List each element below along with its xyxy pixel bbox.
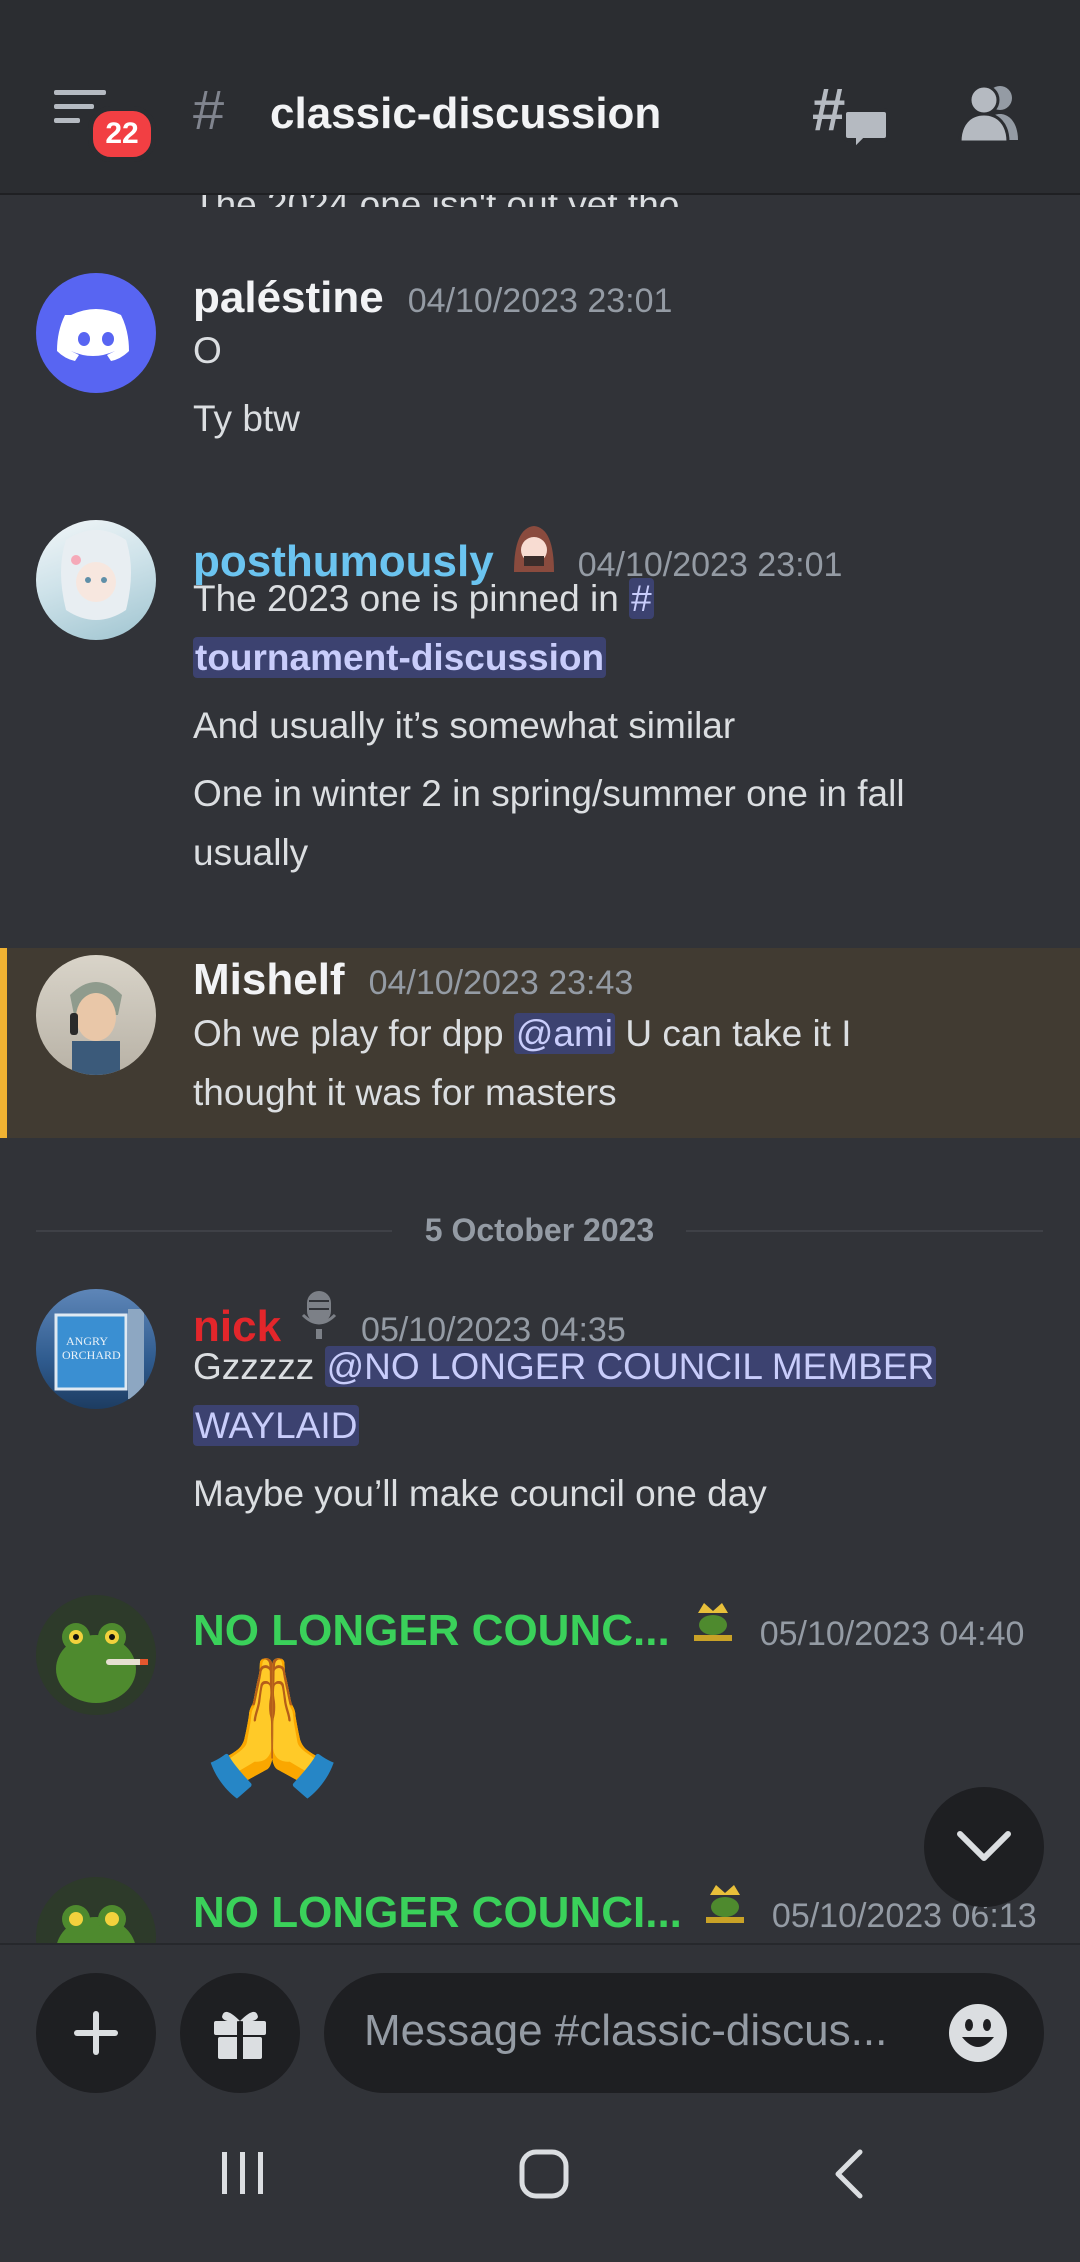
message-input-placeholder: Message #classic-discus... xyxy=(364,2006,888,2055)
channel-mention-hash[interactable]: # xyxy=(629,578,654,619)
threads-button[interactable]: # xyxy=(812,76,890,155)
message-text: Maybe you’ll make council one day xyxy=(193,1473,767,1514)
emoji-icon xyxy=(949,2004,1007,2062)
message-text: O xyxy=(193,330,222,371)
date-divider-label: 5 October 2023 xyxy=(424,1212,655,1248)
emoji-message: 🙏 xyxy=(190,1652,355,1799)
message-text-segment: Oh we play for dpp xyxy=(193,1013,504,1054)
role-badge-icon xyxy=(506,520,562,576)
sign-photo-avatar-icon: ANGRY ORCHARD xyxy=(54,1309,144,1399)
message-composer: Message #classic-discus... xyxy=(0,1943,1080,2093)
avatar[interactable] xyxy=(36,520,156,640)
chevron-down-icon xyxy=(957,1831,1011,1861)
partial-message-text: The 2024 one isn't out yet tho xyxy=(193,195,679,207)
channel-mention[interactable]: tournament-discussion xyxy=(193,637,607,678)
home-button[interactable] xyxy=(518,2148,570,2205)
channel-title[interactable]: classic-discussion xyxy=(270,88,661,140)
date-divider: 5 October 2023 xyxy=(36,1210,1043,1250)
frog-avatar-icon xyxy=(57,1905,135,1943)
user-mention[interactable]: @ami xyxy=(513,1013,616,1054)
svg-text:ANGRY: ANGRY xyxy=(66,1334,108,1348)
home-icon xyxy=(519,2149,569,2199)
frog-avatar-icon xyxy=(56,1623,148,1703)
message-text: WAYLAID xyxy=(193,1396,1043,1455)
avatar[interactable] xyxy=(36,1595,156,1715)
avatar[interactable] xyxy=(36,1877,156,1943)
gift-icon xyxy=(214,2011,266,2059)
message-text: Ty btw xyxy=(193,398,300,439)
frog-emblem-icon xyxy=(688,1595,738,1645)
avatar[interactable]: ANGRY ORCHARD xyxy=(36,1289,156,1409)
message-feed[interactable]: The 2024 one isn't out yet tho paléstine… xyxy=(0,195,1080,1943)
message-text: One in winter 2 in spring/summer one in … xyxy=(193,773,905,814)
character-avatar-icon xyxy=(70,982,122,1075)
username[interactable]: Mishelf xyxy=(193,955,345,1005)
microphone-icon xyxy=(299,1289,339,1341)
timestamp: 05/10/2023 04:40 xyxy=(759,1615,1025,1653)
members-icon xyxy=(958,84,1018,144)
members-button[interactable] xyxy=(956,82,1024,144)
jump-to-present-button[interactable] xyxy=(924,1787,1044,1907)
username[interactable]: paléstine xyxy=(193,273,384,323)
message-text: Oh we play for dpp @ami U can take it I xyxy=(193,1004,1043,1063)
message-text-segment: Gzzzzz xyxy=(193,1346,315,1387)
message-text: And usually it’s somewhat similar xyxy=(193,705,736,746)
message-text-segment: U can take it I xyxy=(625,1013,852,1054)
message-text: usually xyxy=(193,832,309,873)
back-icon xyxy=(835,2149,863,2199)
highlight-bar xyxy=(0,948,7,1138)
avatar[interactable] xyxy=(36,955,156,1075)
gift-button[interactable] xyxy=(180,1973,300,2093)
add-attachment-button[interactable] xyxy=(36,1973,156,2093)
anime-avatar-icon xyxy=(61,530,131,620)
back-button[interactable] xyxy=(832,2148,866,2205)
emoji-button[interactable] xyxy=(948,2003,1008,2063)
system-navigation-bar xyxy=(0,2110,1080,2262)
recent-apps-button[interactable] xyxy=(218,2148,268,2203)
frog-emblem-icon xyxy=(700,1877,750,1927)
message-text: tournament-discussion xyxy=(193,628,1043,687)
user-mention[interactable]: WAYLAID xyxy=(193,1405,360,1446)
timestamp: 04/10/2023 23:43 xyxy=(368,964,634,1002)
unread-badge: 22 xyxy=(88,106,156,162)
username[interactable]: NO LONGER COUNC... xyxy=(193,1606,670,1656)
threads-icon: # xyxy=(812,76,890,155)
plus-icon xyxy=(74,2011,118,2055)
username[interactable]: NO LONGER COUNCI... xyxy=(193,1888,682,1938)
timestamp: 04/10/2023 23:01 xyxy=(407,282,673,320)
discord-logo-icon xyxy=(57,309,129,361)
message-text-segment: The 2023 one is pinned in xyxy=(193,578,619,619)
channel-hash-icon: # xyxy=(193,78,225,141)
message-text: The 2023 one is pinned in # xyxy=(193,569,1043,628)
channel-header: 22 # classic-discussion # xyxy=(0,0,1080,195)
avatar[interactable] xyxy=(36,273,156,393)
message-input[interactable]: Message #classic-discus... xyxy=(324,1973,1044,2093)
svg-text:ORCHARD: ORCHARD xyxy=(62,1348,121,1362)
user-mention[interactable]: @NO LONGER COUNCIL MEMBER xyxy=(324,1346,937,1387)
menu-button[interactable]: 22 xyxy=(52,86,156,162)
message-text: Gzzzzz @NO LONGER COUNCIL MEMBER xyxy=(193,1337,1043,1396)
message-text: thought it was for masters xyxy=(193,1072,617,1113)
recent-apps-icon xyxy=(222,2152,263,2194)
svg-text:#: # xyxy=(812,80,845,143)
